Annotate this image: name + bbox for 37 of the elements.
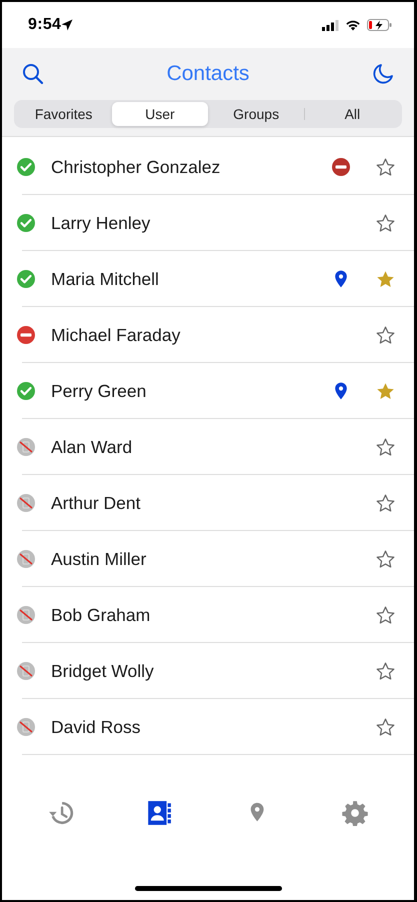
settings-icon[interactable] xyxy=(342,800,368,826)
contact-name: Larry Henley xyxy=(51,212,152,234)
segment-tab[interactable]: User xyxy=(112,102,208,126)
screen-title: Contacts xyxy=(166,62,250,86)
battery-icon xyxy=(367,19,392,31)
star-icon[interactable] xyxy=(375,660,396,682)
segment-tab[interactable]: Groups xyxy=(208,102,304,126)
segment-tab[interactable]: Favorites xyxy=(16,102,112,126)
contact-name: Arthur Dent xyxy=(51,492,142,514)
contact-name: Bridget Wolly xyxy=(51,660,155,682)
star-icon[interactable] xyxy=(375,492,396,514)
contact-name: David Ross xyxy=(51,716,142,738)
contact-name: Maria Mitchell xyxy=(51,268,160,290)
star-icon[interactable] xyxy=(375,380,396,402)
star-icon[interactable] xyxy=(375,268,396,290)
star-icon[interactable] xyxy=(375,324,396,346)
contact-name: Bob Graham xyxy=(51,604,152,626)
star-icon[interactable] xyxy=(375,548,396,570)
history-icon[interactable] xyxy=(48,800,74,826)
star-icon[interactable] xyxy=(375,212,396,234)
contact-name: Alan Ward xyxy=(51,436,134,458)
star-icon[interactable] xyxy=(375,436,396,458)
star-icon[interactable] xyxy=(375,604,396,626)
signal-icon xyxy=(322,20,339,30)
contact-name: Michael Faraday xyxy=(51,324,182,346)
contact-name: Austin Miller xyxy=(51,548,148,570)
search-icon[interactable] xyxy=(22,63,44,85)
contact-book-icon[interactable] xyxy=(146,800,172,826)
segment-tab[interactable]: All xyxy=(304,102,400,126)
star-icon[interactable] xyxy=(375,716,396,738)
location-arrow-icon xyxy=(61,19,74,31)
wifi-icon xyxy=(345,19,361,31)
star-icon[interactable] xyxy=(375,156,396,178)
moon-icon[interactable] xyxy=(372,63,394,85)
status-time: 9:54 xyxy=(28,16,62,34)
contact-name: Christopher Gonzalez xyxy=(51,156,222,178)
contact-name: Perry Green xyxy=(51,380,148,402)
